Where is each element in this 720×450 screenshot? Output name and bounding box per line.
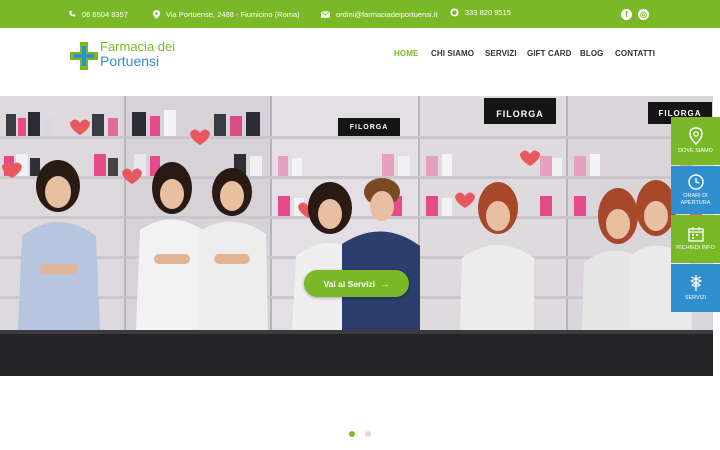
side-button-dove-siamo[interactable]: DOVE SIAMO: [671, 117, 720, 165]
nav-gift-card[interactable]: GIFT CARD: [527, 49, 571, 58]
cta-label: Vai ai Servizi: [323, 278, 375, 289]
whatsapp-contact[interactable]: 333 820 9515: [450, 0, 511, 26]
site-logo[interactable]: Farmacia dei Portuensi: [70, 40, 180, 74]
nav-chi-siamo[interactable]: CHI SIAMO: [431, 49, 474, 58]
nav-blog[interactable]: BLOG: [580, 49, 604, 58]
logo-line-2: Portuensi: [100, 53, 160, 69]
services-cta-button[interactable]: Vai ai Servizi →: [304, 270, 409, 297]
hero-photo: [0, 96, 713, 376]
filorga-sign-2: FILORGA: [496, 109, 544, 119]
hero-slider[interactable]: FILORGA FILORGA FILORGA: [0, 96, 713, 376]
nav-servizi[interactable]: SERVIZI: [485, 49, 517, 58]
site-header: Farmacia dei Portuensi HOME CHI SIAMO SE…: [0, 28, 720, 96]
email-text: ordini@farmaciadeiportuensi.it: [336, 9, 438, 19]
whatsapp-icon: [450, 7, 459, 17]
nav-contatti[interactable]: CONTATTI: [615, 49, 655, 58]
caduceus-icon: [690, 275, 702, 291]
side-label-dove-siamo: DOVE SIAMO: [678, 148, 713, 154]
side-label-orari: ORARI DI APERTURA: [680, 192, 711, 206]
instagram-icon[interactable]: ◎: [638, 9, 649, 20]
map-pin-icon: [688, 127, 703, 145]
calendar-icon: [687, 227, 704, 242]
clock-icon: [687, 173, 704, 190]
arrow-right-icon: →: [381, 278, 390, 289]
facebook-icon[interactable]: f: [621, 9, 632, 20]
filorga-sign-1: FILORGA: [349, 123, 389, 131]
side-button-servizi[interactable]: SERVIZI: [671, 264, 720, 312]
email-contact[interactable]: ordini@farmaciadeiportuensi.it: [321, 0, 437, 28]
top-info-bar: 06 6504 8357 Via Portuense, 2488 - Fiumi…: [0, 0, 720, 28]
whatsapp-text: 333 820 9515: [465, 7, 511, 17]
pharmacy-cross-icon: [70, 42, 98, 70]
address-contact[interactable]: Via Portuense, 2488 - Fiumicino (Roma): [153, 0, 300, 28]
side-button-richiedi-info[interactable]: RICHIEDI INFO: [671, 215, 720, 263]
phone-contact[interactable]: 06 6504 8357: [68, 0, 128, 28]
side-label-richiedi-info: RICHIEDI INFO: [676, 245, 715, 251]
nav-home[interactable]: HOME: [394, 49, 418, 58]
side-button-orari[interactable]: ORARI DI APERTURA: [671, 166, 720, 214]
phone-icon: [69, 10, 76, 17]
carousel-dot-2[interactable]: [365, 431, 371, 437]
phone-text: 06 6504 8357: [82, 9, 128, 19]
mail-icon: [321, 10, 330, 18]
carousel-dot-1[interactable]: [349, 431, 355, 437]
logo-line-1: Farmacia dei: [100, 39, 176, 54]
location-icon: [153, 9, 160, 19]
address-text: Via Portuense, 2488 - Fiumicino (Roma): [166, 9, 300, 19]
side-label-servizi: SERVIZI: [684, 295, 707, 301]
